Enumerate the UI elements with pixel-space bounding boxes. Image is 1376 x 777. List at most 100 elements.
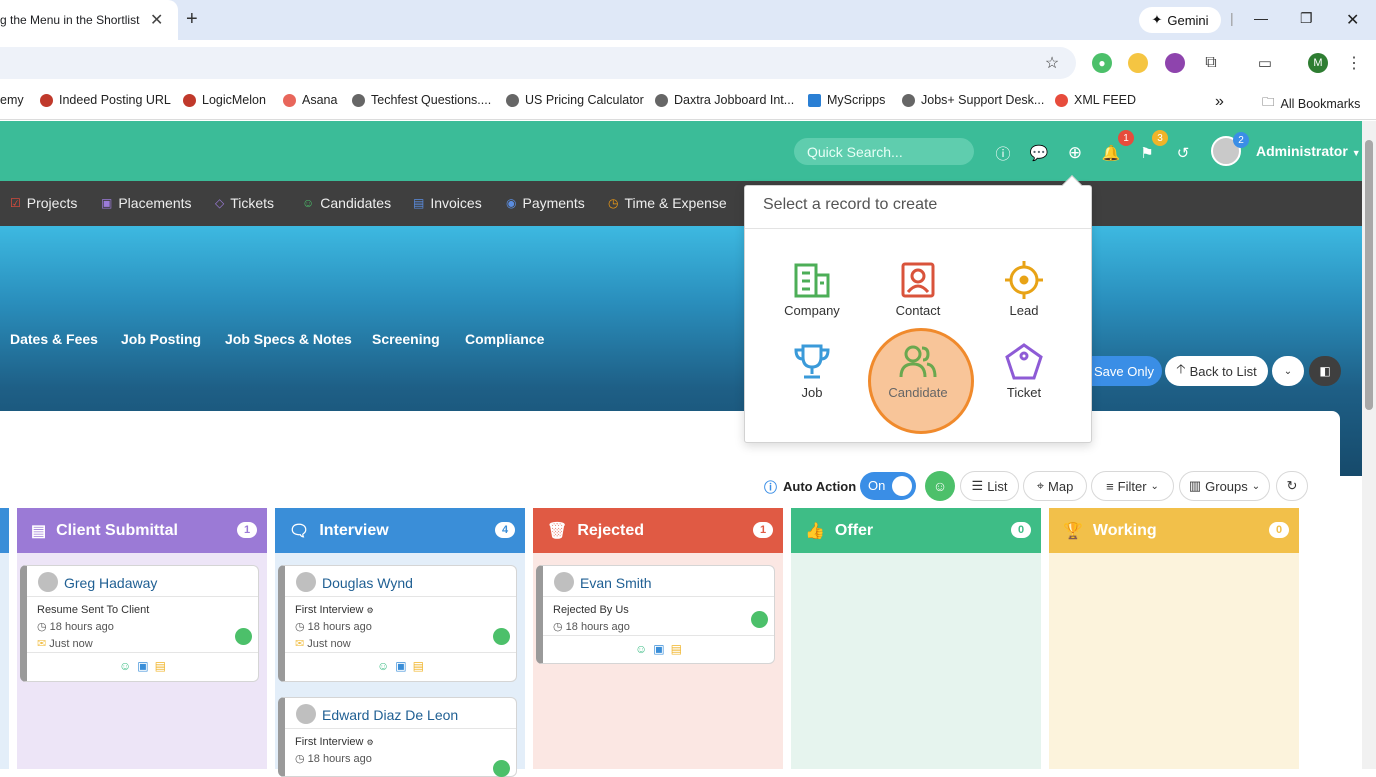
gemini-label: Gemini [1167,12,1209,28]
candidate-card[interactable]: Edward Diaz De Leon First Interview ⚙ ◷ … [278,697,517,777]
bookmark-item[interactable]: LogicMelon [183,93,266,107]
history-icon[interactable]: ↺ [1174,144,1192,162]
restore-button[interactable]: ❐ [1300,10,1313,27]
bookmark-item[interactable]: Indeed Posting URL [40,93,171,107]
help-icon[interactable]: ⓘ [994,144,1012,163]
kebab-menu-icon[interactable]: ⋮ [1344,53,1364,73]
candidate-name[interactable]: Douglas Wynd [322,575,413,591]
column-working: 🏆 Working 0 [1049,508,1299,553]
nav-item-payments[interactable]: ◉ Payments [506,195,585,211]
save-only-button[interactable]: Save Only [1086,356,1162,386]
bookmark-item[interactable]: Asana [283,93,337,107]
bookmark-item[interactable]: Techfest Questions.... [352,93,491,107]
candidate-action-button[interactable]: ☺ [925,471,955,501]
candidate-card[interactable]: Douglas Wynd First Interview ⚙ ◷ 18 hour… [278,565,517,682]
minimize-button[interactable]: — [1254,10,1268,26]
candidate-name[interactable]: Edward Diaz De Leon [322,707,458,723]
bookmark-label: Jobs+ Support Desk... [921,93,1045,107]
briefcase-icon[interactable]: ▣ [653,642,664,656]
auto-action-toggle[interactable]: On [860,472,916,500]
column-body [1049,553,1299,769]
tab-compliance[interactable]: Compliance [465,331,544,347]
refresh-button[interactable]: ↻ [1276,471,1308,501]
gear-icon[interactable]: ⚙ [367,738,374,747]
quick-search-input[interactable] [794,138,974,165]
card-actions: ☺ ▣ ▤ [377,659,424,673]
scrollbar-thumb[interactable] [1365,140,1373,410]
profile-avatar[interactable]: M [1308,53,1328,73]
filter-button[interactable]: ≡ Filter ⌄ [1091,471,1174,501]
omnibox[interactable] [0,47,1076,79]
help-icon[interactable]: ⓘ [764,477,777,496]
cast-icon[interactable]: ▭ [1255,53,1275,73]
tab-dates-fees[interactable]: Dates & Fees [10,331,98,347]
candidate-name[interactable]: Evan Smith [580,575,652,591]
briefcase-icon[interactable]: ▣ [395,659,406,673]
bookmark-label: Techfest Questions.... [371,93,492,107]
all-bookmarks-button[interactable]: 🗀 All Bookmarks [1262,93,1360,114]
panel-toggle-button[interactable]: ◧ [1309,356,1341,386]
folder-icon[interactable]: ▤ [413,659,424,673]
nav-item-invoices[interactable]: ▤ Invoices [413,195,482,211]
extension-record-icon[interactable] [1165,53,1185,73]
candidate-name[interactable]: Greg Hadaway [64,575,157,591]
tab-close-icon[interactable]: ✕ [150,10,163,30]
bookmark-label: Indeed Posting URL [59,93,171,107]
column-edge-body [0,553,9,769]
candidate-card[interactable]: Greg Hadaway Resume Sent To Client ◷ 18 … [20,565,259,682]
gear-icon[interactable]: ⚙ [367,606,374,615]
bell-icon[interactable]: 🔔 [1102,144,1121,162]
card-status-label: First Interview [295,604,364,616]
clock-icon: ◷ [295,753,308,765]
bookmark-item[interactable]: MyScripps [808,93,885,107]
tab-job-posting[interactable]: Job Posting [121,331,201,347]
create-company-button[interactable]: Company [772,261,852,318]
extension-color-icon[interactable] [1128,53,1148,73]
bookmark-item[interactable]: emy [0,93,24,107]
tab-job-specs-notes[interactable]: Job Specs & Notes [225,331,352,347]
back-to-list-button[interactable]: 🡡 Back to List [1165,356,1268,386]
user-icon[interactable]: ☺ [635,642,647,656]
chat-icon[interactable]: 💬 [1030,144,1049,162]
gemini-button[interactable]: ✦ Gemini [1139,7,1221,33]
extension-grammar-icon[interactable]: ● [1092,53,1112,73]
groups-button[interactable]: ▥ Groups ⌄ [1179,471,1270,501]
create-job-button[interactable]: Job [772,343,852,400]
nav-item-time-expense[interactable]: ◷ Time & Expense [608,195,727,211]
candidate-card[interactable]: Evan Smith Rejected By Us ◷ 18 hours ago… [536,565,775,664]
building-icon [794,263,830,298]
more-options-button[interactable]: ⌄ [1272,356,1304,386]
add-circle-icon[interactable]: ⊕ [1066,143,1084,162]
close-window-button[interactable]: ✕ [1346,10,1359,30]
more-bookmarks-button[interactable]: » [1215,93,1224,111]
star-icon[interactable]: ☆ [1042,53,1062,73]
create-lead-button[interactable]: Lead [984,261,1064,318]
create-contact-button[interactable]: Contact [878,261,958,318]
nav-item-placements[interactable]: ▣ Placements [101,195,192,211]
bookmark-item[interactable]: XML FEED [1055,93,1136,107]
flag-icon[interactable]: ⚑ [1138,144,1156,162]
create-candidate-button[interactable]: Candidate [878,343,958,400]
briefcase-icon[interactable]: ▣ [137,659,148,673]
user-icon[interactable]: ☺ [119,659,131,673]
bookmark-item[interactable]: Jobs+ Support Desk... [902,93,1044,107]
puzzle-icon[interactable]: ⧉ [1201,53,1221,73]
new-tab-button[interactable]: + [186,8,198,31]
create-ticket-button[interactable]: Ticket [984,343,1064,400]
nav-item-tickets[interactable]: ◇ Tickets [215,195,274,211]
bookmark-item[interactable]: US Pricing Calculator [506,93,644,107]
tab-screening[interactable]: Screening [372,331,440,347]
bookmark-label: LogicMelon [202,93,266,107]
bookmark-item[interactable]: Daxtra Jobboard Int... [655,93,794,107]
auto-action-label: Auto Action [783,479,857,494]
map-pin-icon: ⌖ [1036,478,1045,493]
folder-icon[interactable]: ▤ [155,659,166,673]
user-menu[interactable]: Administrator ▼ [1256,143,1361,159]
user-icon[interactable]: ☺ [377,659,389,673]
list-view-button[interactable]: ☰ List [960,471,1019,501]
nav-item-projects[interactable]: ☑ Projects [10,195,77,211]
map-view-button[interactable]: ⌖ Map [1023,471,1087,501]
nav-item-candidates[interactable]: ☺ Candidates [302,195,391,211]
checkbox-icon: ☑ [10,196,21,210]
folder-icon[interactable]: ▤ [671,642,682,656]
